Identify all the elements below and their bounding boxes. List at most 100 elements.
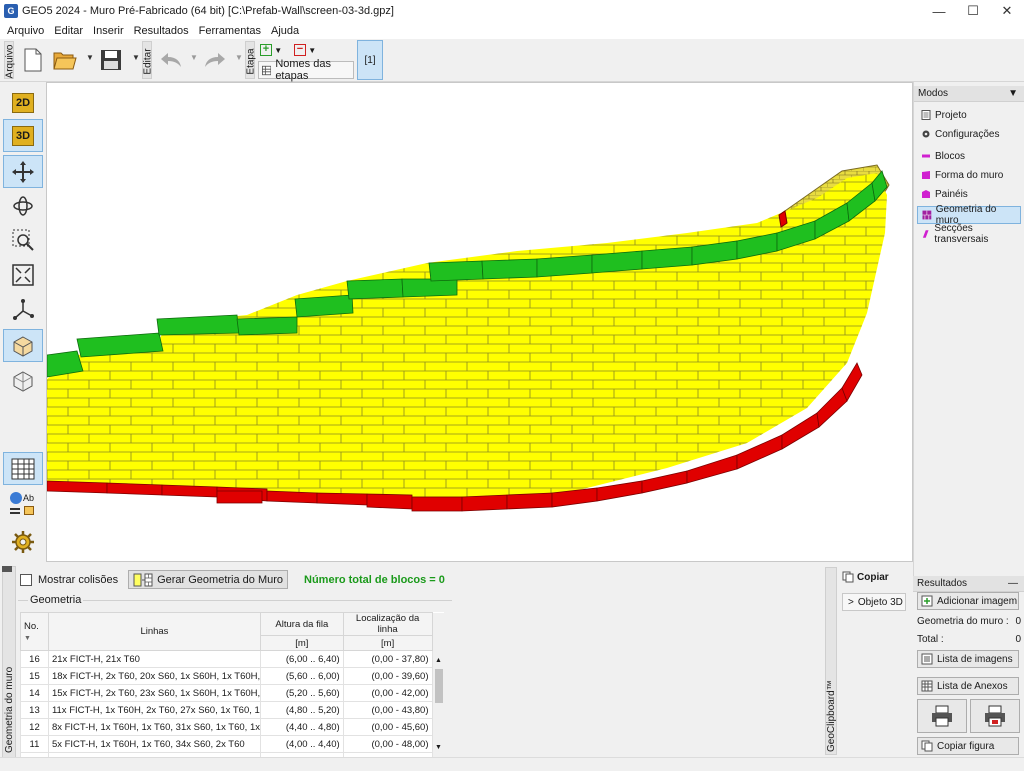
save-dropdown-caret[interactable]: ▼: [132, 53, 140, 62]
maximize-button[interactable]: ☐: [956, 0, 990, 22]
menu-arquivo[interactable]: Arquivo: [2, 25, 49, 37]
stage-tab-1[interactable]: [1]: [357, 40, 383, 80]
undo-dropdown-caret[interactable]: ▼: [190, 53, 198, 62]
object-3d-label: Objeto 3D: [857, 596, 903, 608]
row-height: (6,00 .. 6,40): [259, 650, 344, 668]
col-no-header[interactable]: No. ▼: [20, 612, 49, 651]
view-2d-icon: 2D: [12, 92, 34, 113]
image-list-button[interactable]: Lista de imagens: [917, 650, 1019, 668]
copy-header[interactable]: Copiar: [842, 571, 889, 583]
mode-configuracoes[interactable]: Configurações: [914, 125, 1024, 143]
view-solid-button[interactable]: [3, 329, 43, 362]
legend-style-button[interactable]: Ab: [3, 488, 43, 521]
mode-geometria-do-muro[interactable]: Geometria do muro: [917, 204, 1021, 226]
row-location: (0,00 - 45,60): [342, 718, 433, 736]
row-height: (4,40 .. 4,80): [259, 718, 344, 736]
table-row[interactable]: 16 21x FICT-H, 21x T60 (6,00 .. 6,40) (0…: [20, 650, 444, 668]
wall-geometry-count-value: 0: [1015, 616, 1021, 627]
group-label-stage: Etapa: [245, 41, 257, 79]
close-button[interactable]: ✕: [990, 0, 1024, 22]
3d-viewport[interactable]: [46, 82, 913, 562]
undo-button[interactable]: [158, 45, 184, 75]
view-wireframe-button[interactable]: [3, 364, 43, 397]
table-row[interactable]: 12 8x FICT-H, 1x T60H, 1x T60, 31x S60, …: [20, 718, 444, 736]
minimize-button[interactable]: —: [922, 0, 956, 22]
geoclipboard-side-label: GeoClipboard™: [825, 567, 837, 755]
settings-button[interactable]: [3, 525, 43, 558]
add-stage-button[interactable]: + ▼: [260, 42, 288, 58]
wall-geometry-icon: [922, 210, 932, 220]
object-3d-button[interactable]: > Objeto 3D: [842, 593, 906, 611]
zoom-extents-button[interactable]: [3, 258, 43, 291]
menu-inserir[interactable]: Inserir: [88, 25, 129, 37]
mode-forma-do-muro[interactable]: Forma do muro: [914, 166, 1024, 184]
frame-pin-icon[interactable]: [2, 566, 12, 572]
row-height: (4,80 .. 5,20): [259, 701, 344, 719]
rotate-button[interactable]: [3, 189, 43, 222]
remove-stage-icon: −: [294, 44, 306, 56]
generate-wall-geometry-button[interactable]: Gerar Geometria do Muro: [128, 570, 289, 589]
print-pdf-button[interactable]: [970, 699, 1020, 733]
row-height: (5,20 .. 5,60): [259, 684, 344, 702]
save-button[interactable]: [98, 45, 124, 75]
copy-figure-button[interactable]: Copiar figura: [917, 737, 1019, 755]
redo-dropdown-caret[interactable]: ▼: [235, 53, 243, 62]
add-image-button[interactable]: Adicionar imagem: [917, 592, 1019, 610]
total-count-row: Total : 0: [917, 634, 1021, 645]
open-dropdown-caret[interactable]: ▼: [86, 53, 94, 62]
col-location-header[interactable]: Localização da linha: [342, 612, 433, 636]
view-2d-button[interactable]: 2D: [3, 86, 43, 119]
table-row[interactable]: 11 5x FICT-H, 1x T60H, 1x T60, 34x S60, …: [20, 735, 444, 753]
generate-geometry-icon: [133, 573, 153, 586]
menu-ajuda[interactable]: Ajuda: [266, 25, 304, 37]
annex-list-button[interactable]: Lista de Anexos: [917, 677, 1019, 695]
new-file-button[interactable]: [20, 45, 46, 75]
table-view-button[interactable]: [3, 452, 43, 485]
modes-collapse-icon[interactable]: ▼: [1008, 88, 1018, 99]
menu-resultados[interactable]: Resultados: [129, 25, 194, 37]
table-row[interactable]: 13 11x FICT-H, 1x T60H, 2x T60, 27x S60,…: [20, 701, 444, 719]
window-title: GEO5 2024 - Muro Pré-Fabricado (64 bit) …: [22, 5, 394, 17]
pan-button[interactable]: [3, 155, 43, 188]
stage-table-icon: [262, 65, 272, 75]
remove-stage-button[interactable]: − ▼: [294, 42, 322, 58]
mode-seccoes-transversais[interactable]: Secções transversais: [914, 223, 1024, 245]
results-header: Resultados —: [913, 576, 1024, 592]
frame-side-label: Geometria do muro: [2, 566, 16, 759]
row-height: (5,60 .. 6,00): [259, 667, 344, 685]
row-lines: 5x FICT-H, 1x T60H, 1x T60, 34x S60, 2x …: [47, 735, 261, 753]
mode-paineis[interactable]: Painéis: [914, 185, 1024, 203]
results-minimize-icon[interactable]: —: [1008, 578, 1018, 589]
annex-table-icon: [921, 680, 933, 692]
stage-names-label: Nomes das etapas: [275, 58, 331, 82]
print-button[interactable]: [917, 699, 967, 733]
open-file-button[interactable]: [52, 45, 78, 75]
show-collisions-checkbox[interactable]: [20, 573, 32, 586]
col-height-unit: [m]: [259, 635, 344, 651]
table-scrollbar[interactable]: ▲ ▼: [432, 657, 444, 751]
scroll-thumb[interactable]: [435, 669, 443, 703]
view-3d-button[interactable]: 3D: [3, 119, 43, 152]
stage-names-button[interactable]: Nomes das etapas: [258, 58, 354, 82]
menu-editar[interactable]: Editar: [49, 25, 88, 37]
redo-button[interactable]: [202, 45, 228, 75]
mode-configuracoes-label: Configurações: [935, 128, 1000, 140]
mode-projeto-label: Projeto: [935, 109, 967, 121]
geometry-legend: Geometria: [28, 594, 84, 606]
zoom-window-button[interactable]: [3, 223, 43, 256]
table-row[interactable]: 14 15x FICT-H, 2x T60, 23x S60, 1x S60H,…: [20, 684, 444, 702]
col-height-header[interactable]: Altura da fila: [259, 612, 344, 636]
col-lines-header[interactable]: Linhas: [47, 612, 261, 651]
scroll-up-icon[interactable]: ▲: [435, 657, 442, 664]
modes-header: Modos ▼: [914, 86, 1024, 102]
wall-3d-model: [47, 164, 890, 512]
table-row[interactable]: 15 18x FICT-H, 2x T60, 20x S60, 1x S60H,…: [20, 667, 444, 685]
copy-figure-label: Copiar figura: [937, 740, 995, 752]
generate-button-label: Gerar Geometria do Muro: [157, 573, 284, 586]
scroll-down-icon[interactable]: ▼: [435, 744, 442, 751]
menu-ferramentas[interactable]: Ferramentas: [194, 25, 266, 37]
mode-blocos[interactable]: Blocos: [914, 147, 1024, 165]
axes-button[interactable]: [3, 293, 43, 326]
mode-projeto[interactable]: Projeto: [914, 106, 1024, 124]
zoom-window-icon: [12, 229, 34, 251]
